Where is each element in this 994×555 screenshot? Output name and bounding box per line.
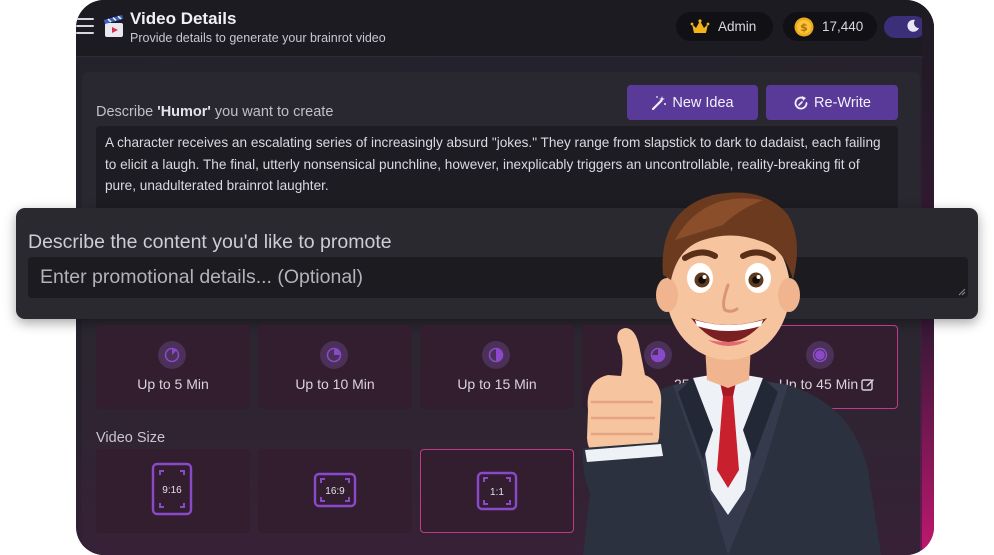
hamburger-icon[interactable] (76, 18, 94, 34)
aspect-label: 1:1 (490, 487, 504, 498)
describe-label: Describe 'Humor' you want to create (96, 104, 334, 120)
theme-toggle[interactable] (884, 16, 926, 38)
magic-wand-icon (652, 95, 667, 110)
admin-label: Admin (718, 19, 757, 34)
crown-icon (690, 18, 710, 33)
aspect-1-1-icon: 1:1 (476, 471, 518, 511)
resize-grip-icon[interactable] (958, 288, 966, 296)
timer-icon (482, 341, 510, 369)
aspect-label: 16:9 (325, 486, 345, 497)
duration-label: Up to 10 Min (295, 376, 375, 392)
credits-value: 17,440 (822, 19, 864, 34)
size-option-9-16[interactable]: 9:16 (96, 449, 250, 533)
rewrite-button[interactable]: Re-Write (766, 85, 898, 120)
aspect-9-16-icon: 9:16 (151, 462, 193, 516)
svg-text:$: $ (800, 21, 808, 34)
moon-icon (907, 19, 919, 32)
rewrite-icon (794, 95, 808, 109)
duration-option-15[interactable]: Up to 15 Min (420, 325, 574, 409)
credits-badge[interactable]: $ 17,440 (783, 12, 877, 41)
duration-label: Up to 5 Min (137, 376, 209, 392)
duration-option-5[interactable]: Up to 5 Min (96, 325, 250, 409)
promo-label: Describe the content you'd like to promo… (28, 231, 392, 253)
duration-label: Up to 15 Min (457, 376, 537, 392)
cartoon-businessman-illustration (582, 192, 881, 555)
new-idea-button[interactable]: New Idea (627, 85, 758, 120)
admin-badge[interactable]: Admin (676, 12, 773, 41)
coin-icon: $ (794, 17, 814, 36)
page-title: Video Details (130, 9, 237, 28)
timer-icon (158, 341, 186, 369)
duration-option-10[interactable]: Up to 10 Min (258, 325, 412, 409)
topic-name: 'Humor' (157, 104, 211, 120)
video-size-label: Video Size (96, 430, 166, 446)
size-option-1-1[interactable]: 1:1 (420, 449, 574, 533)
aspect-label: 9:16 (162, 485, 182, 496)
timer-icon (320, 341, 348, 369)
rewrite-label: Re-Write (814, 94, 871, 111)
size-option-16-9[interactable]: 16:9 (258, 449, 412, 533)
new-idea-label: New Idea (672, 94, 734, 111)
header: Video Details Provide details to generat… (76, 0, 934, 57)
clapperboard-icon (104, 15, 123, 37)
aspect-16-9-icon: 16:9 (313, 472, 357, 508)
page-subtitle: Provide details to generate your brainro… (130, 31, 386, 45)
